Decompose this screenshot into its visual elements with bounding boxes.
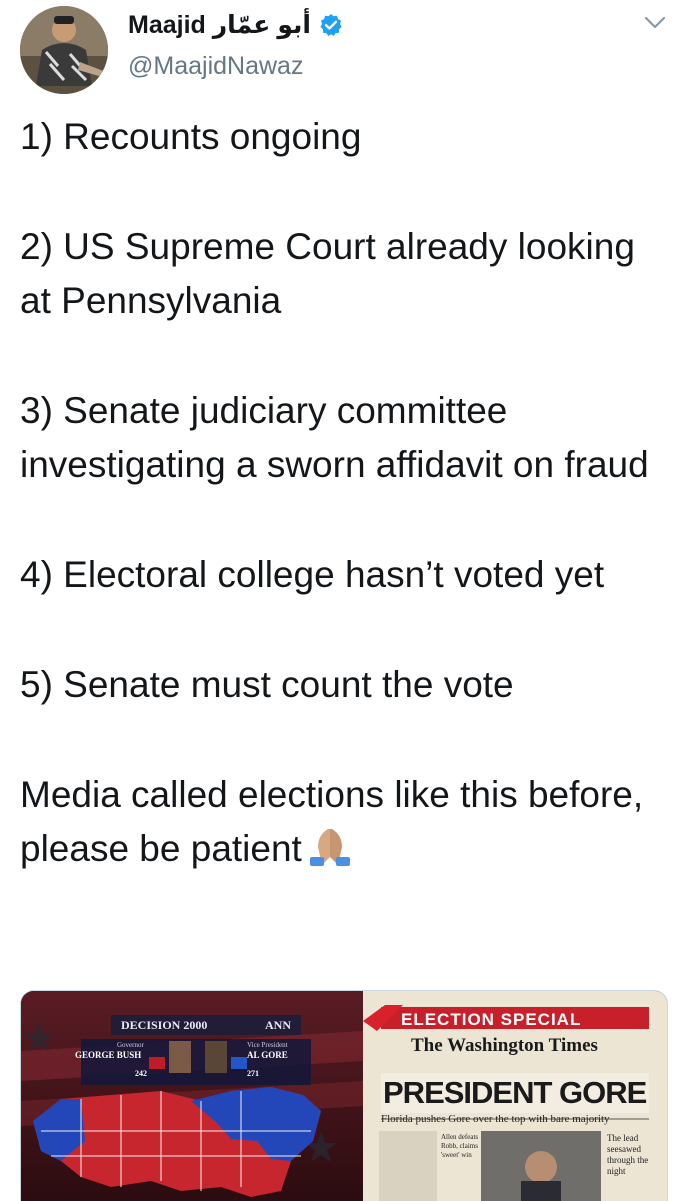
media-left-votes: 242 bbox=[135, 1069, 147, 1078]
tweet-paragraph: 2) US Supreme Court already looking at P… bbox=[20, 226, 635, 321]
author-name-latin: Maajid bbox=[128, 11, 206, 39]
tweet-text: 1) Recounts ongoing 2) US Supreme Court … bbox=[20, 110, 660, 876]
media-headline: PRESIDENT GORE bbox=[383, 1075, 647, 1110]
media-left-role: Governor bbox=[117, 1041, 144, 1049]
media-right-candidate: AL GORE bbox=[247, 1050, 288, 1060]
media-column-1: Allen defeats Robb, claims 'sweet' win bbox=[441, 1133, 479, 1159]
tweet-paragraph: 5) Senate must count the vote bbox=[20, 664, 514, 705]
media-decision-title: DECISION 2000 bbox=[121, 1018, 208, 1032]
tweet-paragraph: 3) Senate judiciary committee investigat… bbox=[20, 390, 649, 485]
verified-badge-icon bbox=[320, 14, 342, 36]
media-right-role: Vice President bbox=[247, 1041, 288, 1049]
media-left-candidate: GEORGE BUSH bbox=[75, 1050, 142, 1060]
tweet-paragraph: 1) Recounts ongoing bbox=[20, 116, 362, 157]
author-name-row[interactable]: Maajid أبو عمّار bbox=[128, 10, 343, 40]
media-banner: ELECTION SPECIAL bbox=[401, 1010, 582, 1029]
author-display-name[interactable]: Maajid أبو عمّار bbox=[128, 10, 311, 40]
folded-hands-emoji-icon bbox=[309, 829, 350, 866]
media-image-washington-times[interactable]: ELECTION SPECIAL The Washington Times PR… bbox=[363, 991, 667, 1201]
tweet-media[interactable]: DECISION 2000 ANN Governor GEORGE BUSH 2… bbox=[20, 990, 668, 1201]
author-handle[interactable]: @MaajidNawaz bbox=[128, 52, 303, 81]
author-name-arabic: أبو عمّار bbox=[212, 11, 311, 39]
media-image-decision-2000[interactable]: DECISION 2000 ANN Governor GEORGE BUSH 2… bbox=[21, 991, 363, 1201]
avatar[interactable] bbox=[20, 6, 108, 94]
media-column-2: The lead seesawed through the night bbox=[607, 1133, 649, 1176]
tweet-paragraph: 4) Electoral college hasn’t voted yet bbox=[20, 554, 605, 595]
media-network-label: ANN bbox=[265, 1018, 291, 1032]
media-masthead: The Washington Times bbox=[411, 1035, 598, 1056]
media-subhead: Florida pushes Gore over the top with ba… bbox=[381, 1113, 610, 1125]
chevron-down-icon[interactable] bbox=[644, 16, 666, 30]
tweet-paragraph-last: Media called elections like this before,… bbox=[20, 768, 660, 876]
media-right-votes: 271 bbox=[247, 1069, 259, 1078]
